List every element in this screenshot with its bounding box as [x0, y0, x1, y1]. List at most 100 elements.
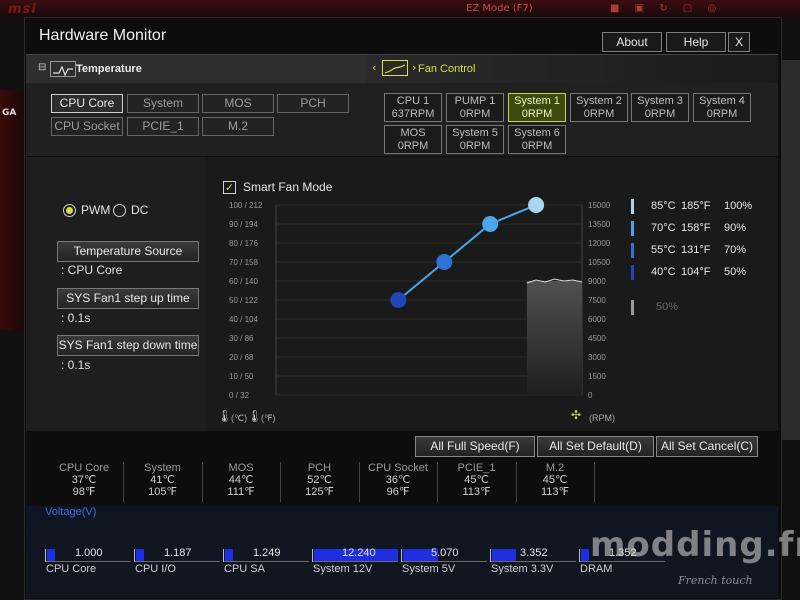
unit-rpm: (RPM) [589, 413, 615, 423]
bios-screen: msi EZ Mode (F7) ■ ▣ ↻ ▢ ◎ GA Hardware M… [0, 0, 800, 600]
temp-source-system[interactable]: System [127, 94, 199, 113]
temperature-name: CPU Core [58, 462, 110, 474]
ez-mode-link[interactable]: EZ Mode (F7) [466, 3, 533, 14]
legend-c: 70°C [651, 222, 676, 234]
chevron-left-icon[interactable]: ‹ [372, 61, 376, 74]
fan-rpm: 0RPM [459, 140, 491, 152]
fan-name: CPU 1 [396, 95, 430, 107]
fan-name: PUMP 1 [454, 95, 496, 107]
fan-curve-line [397, 204, 537, 301]
voltage-bar [581, 549, 589, 561]
fan-chart-icon [382, 60, 408, 76]
voltage-value: 1.000 [75, 547, 103, 559]
voltage-name: System 5V [402, 563, 456, 575]
voltage-track [312, 561, 398, 562]
fan-system1[interactable]: System 1 0RPM [508, 93, 566, 122]
temperature-divider [358, 462, 360, 502]
fan-system2[interactable]: System 2 0RPM [570, 93, 628, 122]
voltage-value: 1.187 [164, 547, 192, 559]
voltage-bar [47, 549, 55, 561]
temperature-f: 98℉ [72, 486, 96, 498]
unit-celsius: (℃) [231, 413, 248, 423]
temp-source-cpu-socket[interactable]: CPU Socket [51, 117, 123, 136]
temperature-header: ⊟ Temperature [26, 55, 366, 83]
legend-c: 40°C [651, 266, 676, 278]
temperature-divider [437, 462, 438, 502]
side-tag: GA [2, 108, 17, 118]
all-full-speed-button[interactable]: All Full Speed(F) [415, 436, 535, 457]
fan-rpm: 0RPM [521, 140, 553, 152]
bios-left-strip [0, 90, 24, 330]
temperature-c: 45℃ [464, 474, 489, 486]
stop-percentage: 50% [656, 301, 679, 313]
close-button[interactable]: X [728, 32, 750, 52]
legend-f: 185°F [681, 200, 711, 212]
legend-color-bar [631, 265, 634, 280]
temperature-divider [123, 462, 124, 502]
temp-source-mos[interactable]: MOS [202, 94, 274, 113]
temperature-c: 37℃ [71, 474, 97, 486]
watermark-sub: French touch [678, 574, 753, 587]
fan-rpm: 0RPM [644, 108, 676, 120]
voltage-track [45, 561, 131, 562]
fan-mos[interactable]: MOS 0RPM [384, 125, 442, 154]
window-title: Hardware Monitor [39, 27, 167, 44]
temperature-f: 113℉ [540, 486, 569, 498]
temp-source-cpu-core[interactable]: CPU Core [51, 94, 123, 113]
temperature-name: PCIE_1 [457, 462, 496, 474]
help-button[interactable]: Help [666, 32, 726, 52]
voltage-bar [136, 549, 144, 561]
temperature-f: 113℉ [462, 486, 491, 498]
fan-name: System 6 [514, 127, 560, 139]
all-set-cancel-button[interactable]: All Set Cancel(C) [656, 436, 758, 457]
temperature-name: PCH [307, 462, 332, 474]
fan-curve-point [528, 197, 545, 213]
fan-icon: ✣ [571, 408, 582, 422]
temperature-readout: MOS 44℃ 111℉ [204, 462, 278, 498]
chevron-right-icon[interactable]: › [412, 61, 416, 74]
fan-name: System 2 [576, 95, 622, 107]
fan-system3[interactable]: System 3 0RPM [631, 93, 689, 122]
temperature-divider [515, 462, 517, 502]
fan-rpm: 0RPM [397, 140, 429, 152]
fan-rpm: 0RPM [706, 108, 738, 120]
fan-curve-point [390, 292, 407, 308]
temperature-c: 52℃ [307, 474, 332, 486]
stop-indicator [631, 300, 634, 315]
thermometer-icon [50, 61, 76, 77]
temperature-readout: PCIE_1 45℃ 113℉ [440, 462, 514, 498]
fan-pump1[interactable]: PUMP 1 0RPM [446, 93, 504, 122]
temp-source-pcie1[interactable]: PCIE_1 [127, 117, 199, 136]
voltage-tick [312, 549, 313, 562]
about-button[interactable]: About [602, 32, 662, 52]
msi-logo: msi [8, 2, 37, 17]
voltage-value: 3.352 [520, 547, 548, 559]
voltage-name: System 3.3V [491, 563, 554, 575]
temperature-readout: CPU Socket 36℃ 96℉ [361, 462, 435, 498]
fan-system6[interactable]: System 6 0RPM [508, 125, 566, 154]
temperature-c: 45℃ [542, 474, 568, 486]
temperature-f: 96℉ [386, 486, 410, 498]
temperature-name: System [144, 462, 181, 474]
expand-icon[interactable]: ⊟ [38, 62, 46, 73]
temp-source-pch[interactable]: PCH [277, 94, 349, 113]
fan-system5[interactable]: System 5 0RPM [446, 125, 504, 154]
fan-rpm: 637RPM [391, 108, 435, 120]
temp-source-m2[interactable]: M.2 [202, 117, 274, 136]
fan-system4[interactable]: System 4 0RPM [693, 93, 751, 122]
sensor-selection-panel: ⊟ Temperature ‹ › Fan Control CPU Core S… [26, 54, 778, 156]
unit-fahrenheit: (℉) [261, 413, 276, 423]
watermark: modding.fr [590, 525, 800, 565]
fan-cpu1[interactable]: CPU 1 637RPM [384, 93, 442, 122]
fan-name: System 5 [452, 127, 498, 139]
temperature-f: 125℉ [305, 486, 334, 498]
voltage-track [134, 561, 220, 562]
legend-color-bar [631, 221, 634, 236]
all-set-default-button[interactable]: All Set Default(D) [537, 436, 654, 457]
fan-curve-chart[interactable] [26, 157, 786, 431]
legend-color-bar [631, 243, 634, 258]
legend-pct: 50% [724, 266, 747, 278]
fan-control-header: ‹ › Fan Control [366, 55, 778, 83]
temperature-c: 44℃ [228, 474, 254, 486]
temperature-header-label: Temperature [76, 63, 142, 75]
